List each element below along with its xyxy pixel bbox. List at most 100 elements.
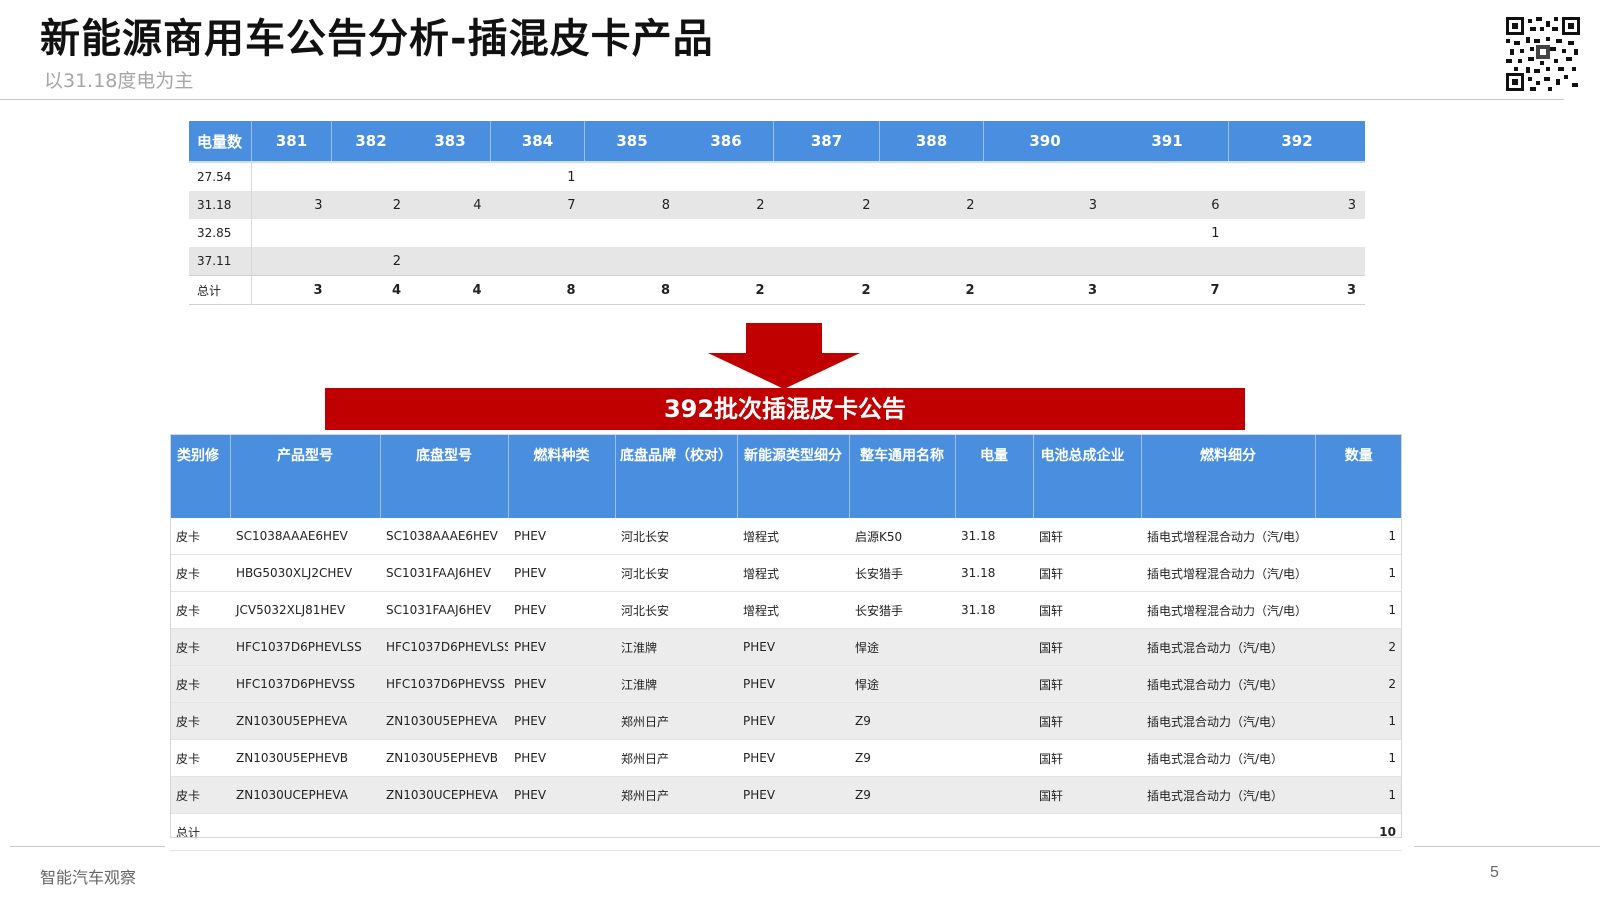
summary-col-header: 386 xyxy=(679,121,774,163)
summary-row: 31.18 3 2 4 7 8 2 2 2 3 6 3 xyxy=(189,191,1365,219)
detail-col-header: 数量 xyxy=(1315,434,1402,518)
summary-col-header: 385 xyxy=(584,121,679,163)
detail-cell: 皮卡 xyxy=(170,702,230,740)
detail-cell: Z9 xyxy=(849,702,955,740)
detail-cell: 悍途 xyxy=(849,628,955,666)
detail-cell: PHEV xyxy=(508,739,615,777)
summary-row-label: 32.85 xyxy=(189,219,252,247)
summary-cell: 3 xyxy=(983,275,1106,305)
detail-cell: 插电式增程混合动力（汽/电） xyxy=(1141,554,1315,592)
summary-cell xyxy=(585,219,680,247)
summary-cell: 2 xyxy=(331,191,410,219)
detail-cell: 皮卡 xyxy=(170,518,230,555)
detail-cell: 国轩 xyxy=(1033,665,1141,703)
summary-cell: 2 xyxy=(879,275,984,305)
detail-cell: 国轩 xyxy=(1033,702,1141,740)
summary-cell xyxy=(880,219,984,247)
summary-row: 32.85 1 xyxy=(189,219,1365,247)
summary-cell: 4 xyxy=(410,275,491,305)
detail-cell: ZN1030UCEPHEVA xyxy=(380,776,508,814)
detail-cell: 启源K50 xyxy=(849,518,955,555)
detail-cell: 江淮牌 xyxy=(615,665,737,703)
summary-table: 电量数 381 382 383 384 385 386 387 388 390 … xyxy=(189,121,1365,305)
detail-cell: 1 xyxy=(1315,591,1402,629)
summary-cell: 2 xyxy=(879,191,984,219)
detail-cell: Z9 xyxy=(849,776,955,814)
detail-cell: SC1038AAAE6HEV xyxy=(380,518,508,555)
detail-col-header: 产品型号 xyxy=(230,434,381,518)
detail-cell xyxy=(955,702,1033,740)
summary-cell xyxy=(774,219,880,247)
summary-col-header: 383 xyxy=(410,121,491,163)
detail-col-header: 整车通用名称 xyxy=(849,434,956,518)
detail-header-row: 类别修 产品型号 底盘型号 燃料种类 底盘品牌（校对） 新能源类型细分 整车通用… xyxy=(170,434,1402,518)
detail-col-header: 底盘型号 xyxy=(380,434,509,518)
detail-cell: 郑州日产 xyxy=(615,776,737,814)
detail-cell: JCV5032XLJ81HEV xyxy=(230,591,380,629)
detail-cell xyxy=(955,776,1033,814)
detail-cell: 国轩 xyxy=(1033,628,1141,666)
summary-row-label: 31.18 xyxy=(189,191,252,219)
summary-cell xyxy=(1228,247,1365,276)
detail-row: 皮卡 HFC1037D6PHEVLSS HFC1037D6PHEVLSS PHEV 江淮… xyxy=(170,628,1402,666)
summary-col-header: 384 xyxy=(490,121,585,163)
summary-cell: 1 xyxy=(567,169,576,185)
footer-divider-left xyxy=(10,846,165,847)
detail-cell: ZN1030U5EPHEVB xyxy=(380,739,508,777)
detail-cell: Z9 xyxy=(849,739,955,777)
summary-cell: 6 xyxy=(1106,191,1229,219)
summary-col-header: 381 xyxy=(251,121,332,163)
detail-cell: ZN1030UCEPHEVA xyxy=(230,776,380,814)
detail-cell: PHEV xyxy=(508,665,615,703)
summary-cell: 2 xyxy=(679,275,774,305)
detail-cell: HFC1037D6PHEVSS xyxy=(230,665,380,703)
summary-cell: 4 xyxy=(331,275,410,305)
detail-cell: HFC1037D6PHEVSS xyxy=(380,665,508,703)
detail-row: 皮卡 JCV5032XLJ81HEV SC1031FAAJ6HEV PHEV 河北长安增… xyxy=(170,591,1402,629)
summary-cell xyxy=(1106,247,1229,276)
summary-cell: 3 xyxy=(1228,275,1365,305)
detail-cell: PHEV xyxy=(508,628,615,666)
summary-cell: 3 xyxy=(251,191,332,219)
summary-col-header: 387 xyxy=(773,121,880,163)
summary-cell xyxy=(984,162,1107,191)
summary-cell xyxy=(252,219,332,247)
summary-cell xyxy=(774,162,880,191)
summary-cell xyxy=(773,247,880,276)
summary-cell: 3 xyxy=(983,191,1106,219)
page-title: 新能源商用车公告分析-插混皮卡产品 xyxy=(40,16,714,62)
detail-cell: 1 xyxy=(1315,702,1402,740)
detail-col-header: 底盘品牌（校对） xyxy=(615,434,738,518)
detail-row: 皮卡 ZN1030U5EPHEVA ZN1030U5EPHEVA PHEV 郑州日产 PH… xyxy=(170,702,1402,740)
detail-cell: 31.18 xyxy=(955,518,1033,555)
detail-cell: HBG5030XLJ2CHEV xyxy=(230,554,380,592)
page-subtitle: 以31.18度电为主 xyxy=(44,70,194,92)
detail-cell: 国轩 xyxy=(1033,591,1141,629)
summary-row-label: 27.54 xyxy=(189,162,252,191)
summary-cell: 2 xyxy=(679,191,774,219)
detail-cell: 插电式混合动力（汽/电） xyxy=(1141,739,1315,777)
detail-total-label: 总计 xyxy=(170,813,1315,851)
summary-cell: 2 xyxy=(331,247,410,276)
detail-col-header: 类别修 xyxy=(170,434,231,518)
detail-total-row: 总计 10 xyxy=(170,813,1402,851)
detail-col-header: 燃料细分 xyxy=(1141,434,1316,518)
detail-cell xyxy=(955,739,1033,777)
detail-table: 类别修 产品型号 底盘型号 燃料种类 底盘品牌（校对） 新能源类型细分 整车通用… xyxy=(170,434,1402,851)
detail-cell: 31.18 xyxy=(955,591,1033,629)
detail-cell xyxy=(955,665,1033,703)
summary-cell: 3 xyxy=(1228,191,1365,219)
detail-cell: 悍途 xyxy=(849,665,955,703)
detail-row: 皮卡 ZN1030UCEPHEVA ZN1030UCEPHEVA PHEV 郑州日产 PH… xyxy=(170,776,1402,814)
summary-col-header: 392 xyxy=(1228,121,1365,163)
detail-cell: 插电式混合动力（汽/电） xyxy=(1141,665,1315,703)
detail-cell: PHEV xyxy=(508,702,615,740)
detail-cell xyxy=(955,628,1033,666)
summary-cell xyxy=(251,247,332,276)
detail-cell: 插电式混合动力（汽/电） xyxy=(1141,776,1315,814)
summary-cell: 4 xyxy=(410,191,491,219)
summary-cell xyxy=(679,162,774,191)
detail-cell: SC1038AAAE6HEV xyxy=(230,518,380,555)
detail-row: 皮卡 ZN1030U5EPHEVB ZN1030U5EPHEVB PHEV 郑州日产 PH… xyxy=(170,739,1402,777)
detail-cell: PHEV xyxy=(737,665,849,703)
